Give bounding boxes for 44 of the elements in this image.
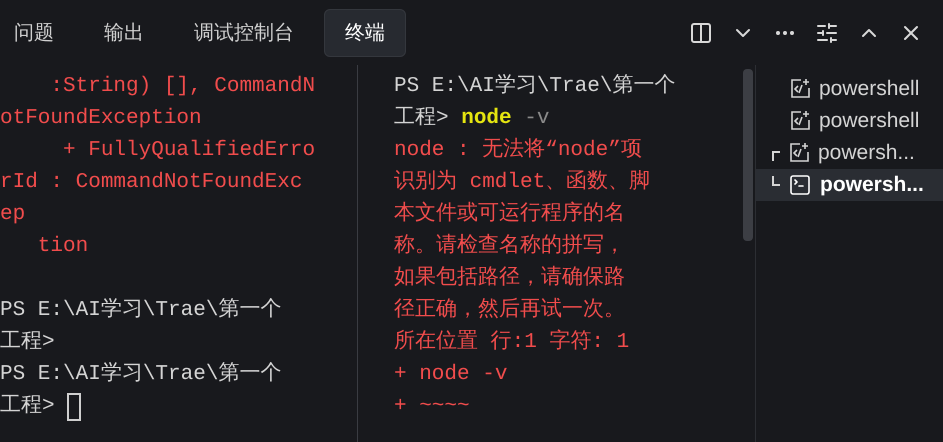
terminal-name: powershell: [819, 108, 920, 134]
code-sparkle-icon: [789, 78, 811, 100]
panel-tab[interactable]: 输出: [84, 8, 164, 56]
panel-tab[interactable]: 调试控制台: [174, 8, 314, 56]
terminal-text: -v: [523, 106, 550, 132]
terminal-text: + ~~~~: [394, 394, 470, 420]
terminal-text: PS E:\AI学习\Trae\第一个: [0, 361, 282, 388]
terminal-text: + node -v: [394, 362, 508, 388]
terminal-text: ep: [0, 202, 26, 228]
terminal-text: 所在位置 行:1 字符: 1: [394, 328, 630, 356]
terminal-list-item[interactable]: powershell: [756, 73, 943, 105]
terminal-icon: [788, 173, 812, 197]
sliders-icon[interactable]: [815, 20, 839, 44]
terminal-text: PS E:\AI学习\Trae\第一个: [0, 297, 282, 324]
terminal-text: 径正确，然后再试一次。: [394, 296, 625, 324]
tree-branch-icon: [772, 151, 780, 161]
terminal-name: powersh...: [820, 172, 924, 198]
terminal-text: 识别为 cmdlet、函数、脚: [394, 168, 650, 196]
terminal-text: node : 无法将“node”项: [394, 136, 642, 164]
terminal-text: 工程>: [0, 394, 56, 420]
terminal-list-item[interactable]: powershell: [756, 105, 943, 137]
terminal-name: powersh...: [818, 140, 915, 166]
terminal-text: PS E:\AI学习\Trae\第一个: [394, 73, 676, 100]
terminal-text: 工程>: [0, 330, 55, 356]
terminal-text: otFoundException: [0, 106, 202, 132]
terminal-text: 称。请检查名称的拼写，: [394, 232, 625, 260]
terminal-text: node: [461, 106, 512, 132]
terminal-text: tion: [36, 234, 88, 260]
panel-tab[interactable]: 终端: [324, 8, 406, 56]
scrollbar[interactable]: [743, 69, 753, 241]
terminal-text: + FullyQualifiedErro: [62, 138, 316, 164]
terminal-name: powershell: [819, 76, 920, 102]
code-sparkle-icon: [788, 142, 810, 164]
code-sparkle-icon: [789, 110, 811, 132]
terminal-text: 本文件或可运行程序的名: [394, 200, 625, 228]
terminal-text: 如果包括路径，请确保路: [394, 264, 625, 292]
panel-tab[interactable]: 问题: [0, 8, 74, 56]
terminal-list-item[interactable]: powersh...: [756, 137, 943, 169]
split-pane-icon[interactable]: [689, 20, 713, 44]
terminal-list-item[interactable]: powersh...: [756, 169, 943, 201]
tree-branch-icon: [772, 176, 780, 186]
terminal-text: rId : CommandNotFoundExc: [0, 170, 302, 196]
terminal-text: :String) [], CommandN: [49, 74, 316, 100]
terminal-text: 工程>: [394, 106, 450, 132]
